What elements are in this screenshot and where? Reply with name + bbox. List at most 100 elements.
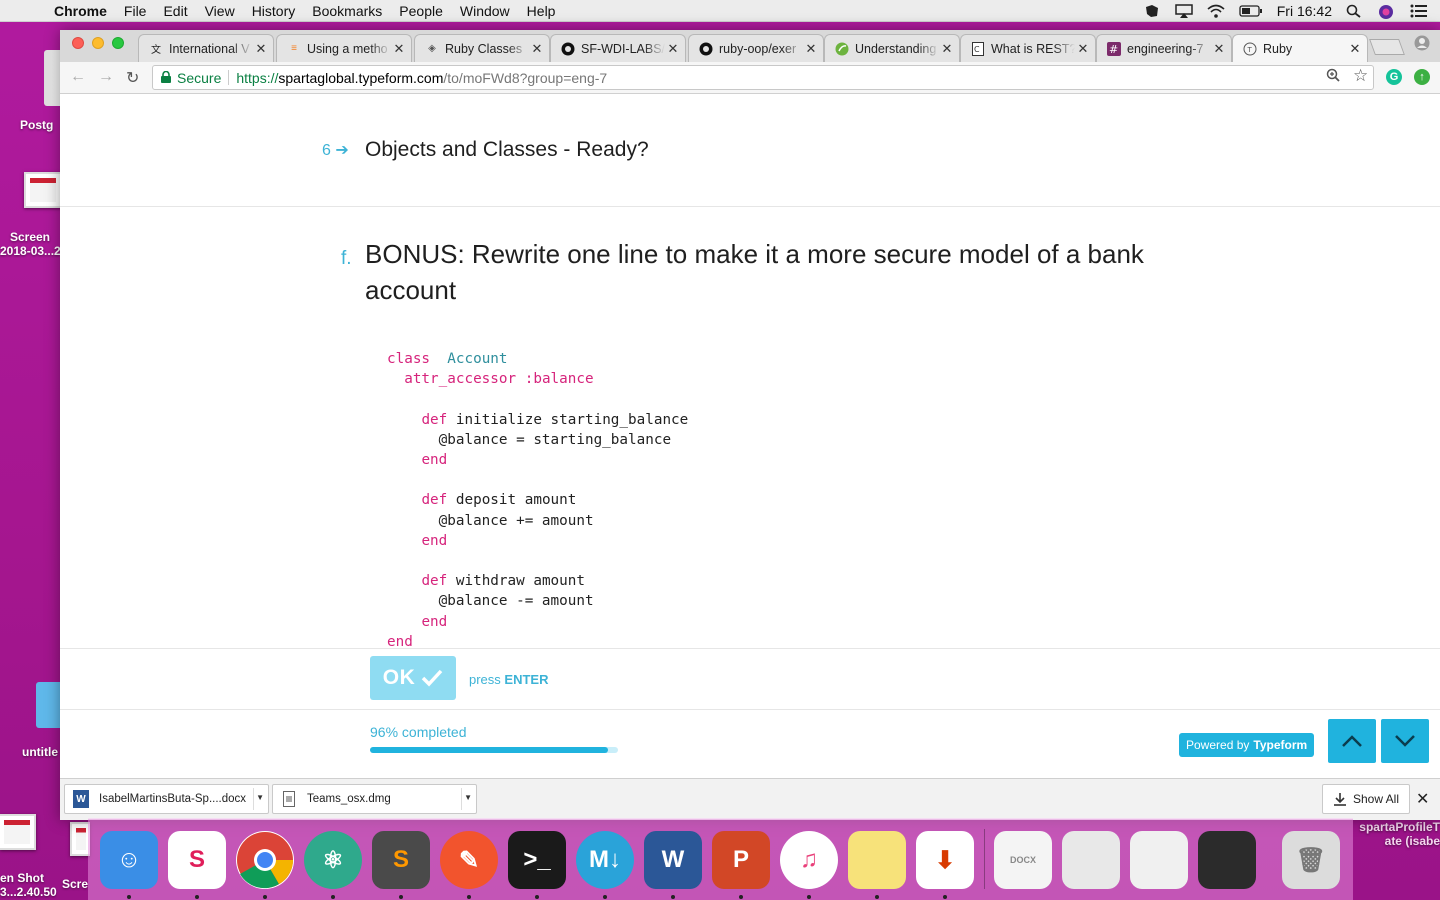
minimize-window-button[interactable] [92,37,104,49]
close-shelf-icon[interactable]: ✕ [1416,789,1429,809]
dock-chrome-icon[interactable] [236,831,294,889]
grammarly-icon[interactable]: G [1386,69,1402,85]
dock: ☺ S ⚛ S ✎ >_ M↓ W P ♫ ⬇ DOCX 🗑 [88,818,1353,900]
close-tab-icon[interactable]: ✕ [803,41,819,57]
dock-itunes-icon[interactable]: ♫ [780,831,838,889]
dock-running-indicator [943,895,947,899]
enter-key-label: ENTER [504,672,549,687]
siri-icon[interactable] [1378,4,1396,19]
menu-file[interactable]: File [124,3,147,19]
tab-title: Ruby Classes [445,41,523,56]
ok-button[interactable]: OK [370,656,456,700]
menu-clock[interactable]: Fri 16:42 [1277,3,1332,19]
dock-atom-icon[interactable]: ⚛ [304,831,362,889]
dock-divider [984,829,985,889]
zoom-icon[interactable] [1326,68,1340,85]
dock-docx-file-icon[interactable]: DOCX [994,831,1052,889]
desktop-folder-icon[interactable] [36,682,60,728]
download-item[interactable]: W IsabelMartinsButa-Sp....docx ▼ [64,784,269,814]
spotlight-search-icon[interactable] [1346,4,1364,18]
tab-ruby-oop[interactable]: ruby-oop/exer ✕ [688,34,824,62]
tab-what-is-rest[interactable]: C What is REST? ✕ [960,34,1096,62]
dock-word-icon[interactable]: W [644,831,702,889]
close-tab-icon[interactable]: ✕ [939,41,955,57]
tab-engineering-7[interactable]: # engineering-7 ✕ [1096,34,1232,62]
code-line: def withdraw amount [387,571,688,591]
extension-upload-icon[interactable]: ↑ [1414,69,1430,85]
lock-icon [161,70,171,86]
dock-screenshot-stack-2-icon[interactable] [1130,831,1188,889]
caret-down-icon[interactable]: ▼ [464,793,472,802]
previous-question[interactable]: 6 ➔ Objects and Classes - Ready? [60,95,1440,207]
tab-ruby-active[interactable]: T Ruby ✕ [1232,34,1368,63]
close-tab-icon[interactable]: ✕ [529,41,545,57]
notification-center-icon[interactable] [1410,4,1428,18]
dock-markdown-icon[interactable]: M↓ [576,831,634,889]
profile-icon[interactable] [1414,35,1430,56]
tab-using-a-method[interactable]: ≡ Using a metho ✕ [276,34,412,62]
tab-international[interactable]: 文 International V ✕ [138,34,274,62]
new-tab-button[interactable] [1369,39,1405,55]
press-label: press [469,672,501,687]
dock-screenshot-stack-3-icon[interactable] [1198,831,1256,889]
menu-bookmarks[interactable]: Bookmarks [312,3,382,19]
close-tab-icon[interactable]: ✕ [1211,41,1227,57]
code-token: end [421,452,448,469]
close-window-button[interactable] [72,37,84,49]
download-item[interactable]: Teams_osx.dmg ▼ [272,784,477,814]
previous-question-button[interactable] [1328,719,1376,763]
evernote-icon[interactable] [1143,4,1161,18]
close-tab-icon[interactable]: ✕ [253,41,269,57]
tab-title: SF-WDI-LABS/ [581,41,665,56]
wifi-icon[interactable] [1207,4,1225,18]
close-tab-icon[interactable]: ✕ [1347,41,1363,57]
forward-arrow-icon[interactable]: → [98,68,114,86]
translate-icon: 文 [151,45,161,56]
tab-sf-wdi-labs[interactable]: SF-WDI-LABS/ ✕ [550,34,686,62]
menu-people[interactable]: People [399,3,443,19]
menu-edit[interactable]: Edit [163,3,187,19]
dock-finder-icon[interactable]: ☺ [100,831,158,889]
dock-powerpoint-icon[interactable]: P [712,831,770,889]
dock-terminal-icon[interactable]: >_ [508,831,566,889]
menu-window[interactable]: Window [460,3,510,19]
menu-view[interactable]: View [205,3,235,19]
menu-app-name[interactable]: Chrome [54,3,107,19]
desktop-screenshot-thumbnail[interactable] [0,814,36,850]
menu-help[interactable]: Help [527,3,556,19]
dmg-icon [281,790,297,808]
menu-history[interactable]: History [252,3,296,19]
close-tab-icon[interactable]: ✕ [665,41,681,57]
close-tab-icon[interactable]: ✕ [1075,41,1091,57]
next-question-button[interactable] [1381,719,1429,763]
bookmark-star-icon[interactable]: ☆ [1353,66,1368,86]
dock-office-installer-icon[interactable]: ⬇ [916,831,974,889]
download-filename: IsabelMartinsButa-Sp....docx [99,793,247,805]
question-title: BONUS: Rewrite one line to make it a mor… [365,239,1144,305]
dock-notes-icon[interactable] [848,831,906,889]
battery-icon[interactable] [1239,4,1263,18]
zoom-window-button[interactable] [112,37,124,49]
tab-understanding[interactable]: Understanding ✕ [824,34,960,62]
dock-trash-icon[interactable]: 🗑 [1282,831,1340,889]
show-all-button[interactable]: Show All [1322,784,1410,814]
dock-screenshot-stack-1-icon[interactable] [1062,831,1120,889]
airplay-icon[interactable] [1175,4,1193,18]
doc-icon: C [971,41,985,56]
code-line [387,389,688,409]
address-bar[interactable]: Secure https:// spartaglobal.typeform.co… [152,65,1374,90]
tab-ruby-classes[interactable]: ◈ Ruby Classes ✕ [414,34,550,62]
dock-running-indicator [127,895,131,899]
dock-paw-icon[interactable]: ✎ [440,831,498,889]
dock-slack-icon[interactable]: S [168,831,226,889]
caret-down-icon[interactable]: ▼ [256,793,264,802]
close-tab-icon[interactable]: ✕ [391,41,407,57]
desktop-screenshot-thumbnail[interactable] [70,822,90,856]
powered-by-badge[interactable]: Powered by Typeform [1179,733,1315,757]
dock-sublime-text-icon[interactable]: S [372,831,430,889]
desktop-screenshot-thumbnail[interactable] [24,172,62,208]
back-arrow-icon[interactable]: ← [70,68,86,86]
reload-icon[interactable]: ↻ [126,68,139,88]
